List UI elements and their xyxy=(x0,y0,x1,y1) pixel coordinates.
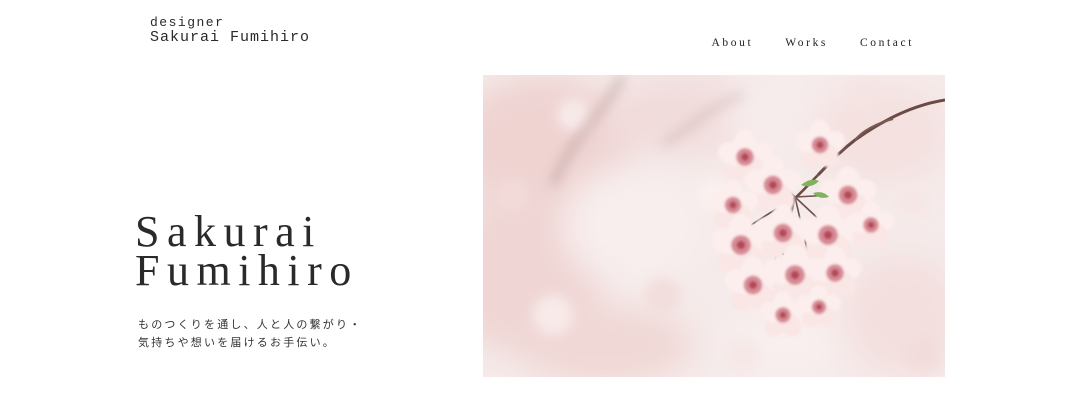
site-logo[interactable]: designer Sakurai Fumihiro xyxy=(150,16,310,45)
logo-subtitle: designer xyxy=(150,15,225,30)
hero-tagline-line-2: 気持ちや想いを届けるお手伝い。 xyxy=(138,336,336,349)
main-nav: About Works Contact xyxy=(712,37,914,49)
cherry-blossom-photo xyxy=(483,75,945,377)
nav-contact-link[interactable]: Contact xyxy=(860,37,914,49)
hero-cherry-blossom-image xyxy=(483,75,945,377)
hero-title: Sakurai Fumihiro xyxy=(135,210,359,295)
nav-works-link[interactable]: Works xyxy=(785,37,828,49)
hero-tagline: ものつくりを通し、人と人の繋がり・ 気持ちや想いを届けるお手伝い。 xyxy=(138,316,362,352)
nav-about-link[interactable]: About xyxy=(712,37,754,49)
hero-tagline-line-1: ものつくりを通し、人と人の繋がり・ xyxy=(138,318,363,331)
hero-title-line-2: Fumihiro xyxy=(135,246,359,295)
logo-name: Sakurai Fumihiro xyxy=(150,29,311,46)
